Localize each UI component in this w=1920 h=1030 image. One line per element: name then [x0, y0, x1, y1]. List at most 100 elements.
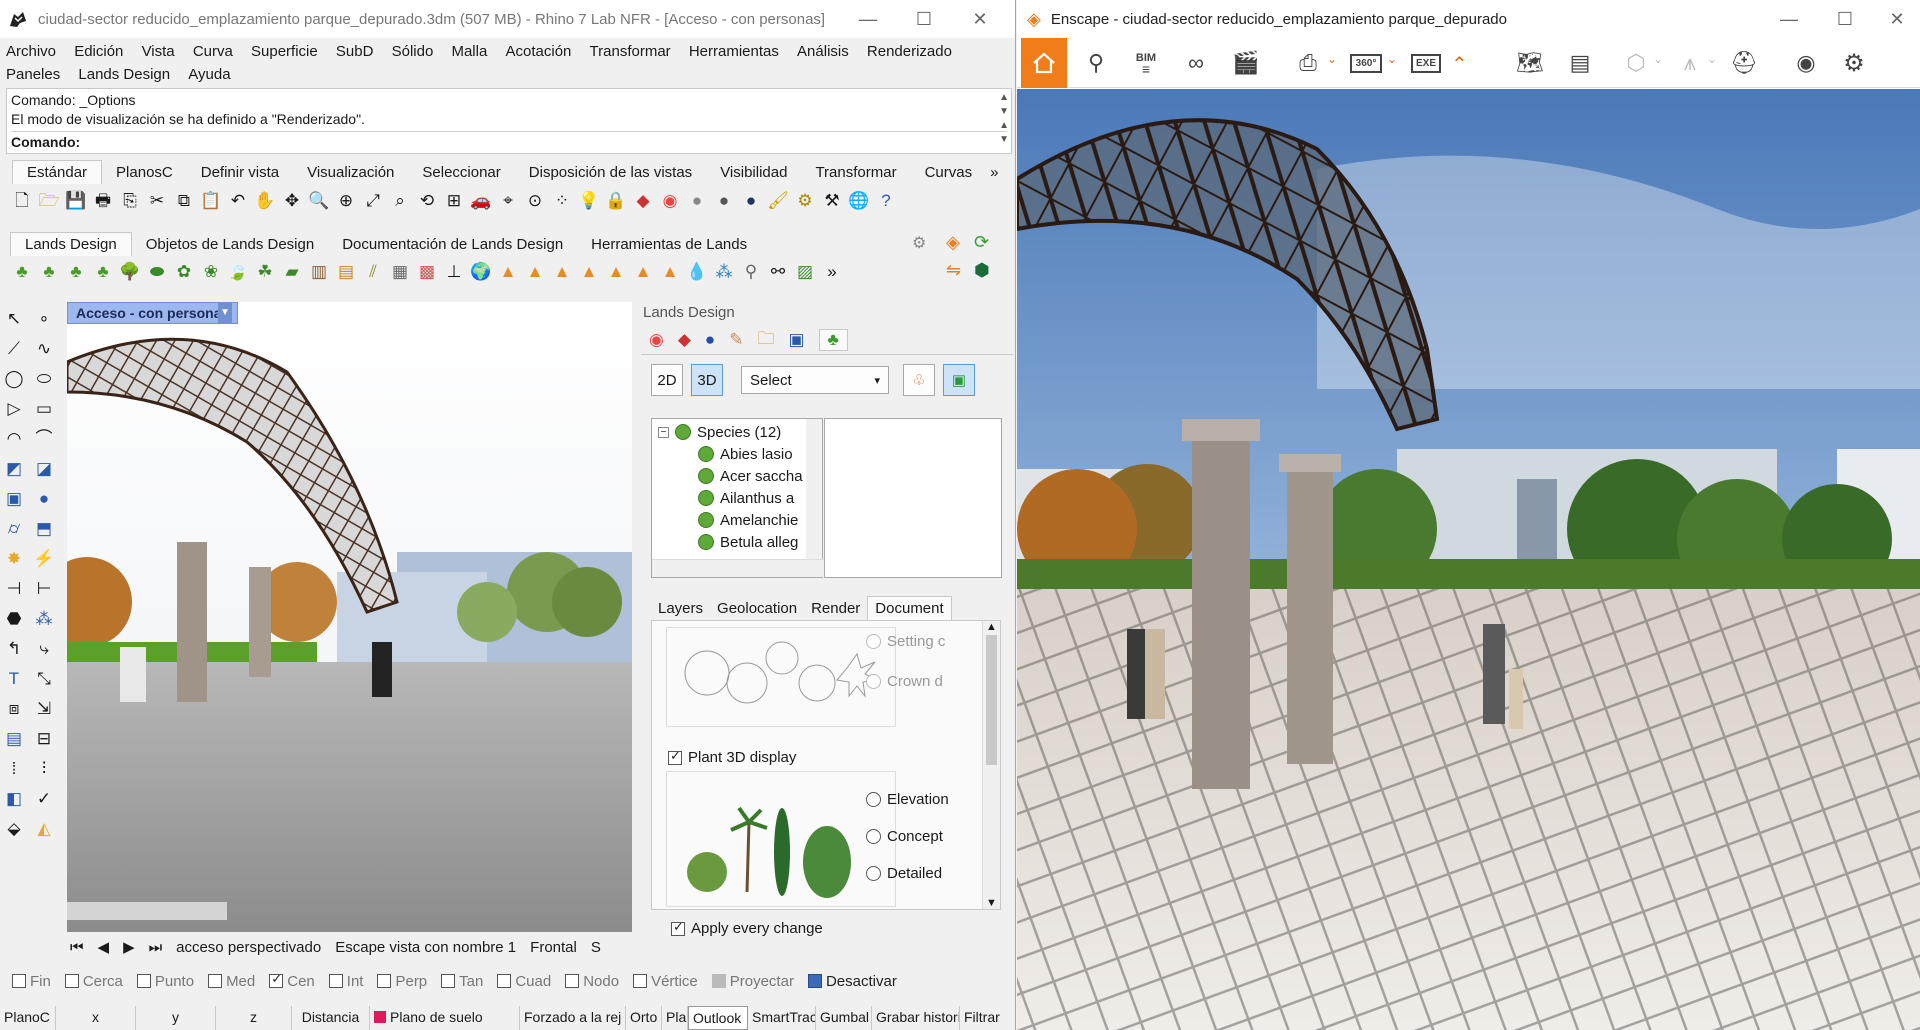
menu-vista[interactable]: Vista	[142, 40, 175, 63]
terrain-edit-icon[interactable]: ▲	[523, 259, 547, 283]
export-dropdown-icon[interactable]: ⌄	[1327, 52, 1337, 66]
snap-cen[interactable]: Cen	[269, 971, 315, 990]
display-icon[interactable]: ▣	[788, 330, 804, 350]
light-icon[interactable]: 💡	[577, 188, 601, 212]
command-prompt[interactable]: Comando:	[11, 131, 1007, 152]
terrain-flatten-icon[interactable]: ▲	[577, 259, 601, 283]
terrain-raise-icon[interactable]: ▲	[550, 259, 574, 283]
viewtab-acceso[interactable]: acceso perspectivado	[176, 939, 321, 956]
viewtab-s[interactable]: S	[591, 939, 601, 956]
lightning-icon[interactable]: ⚡	[32, 546, 56, 570]
points-icon[interactable]: ⁘	[550, 188, 574, 212]
rhino-viewport[interactable]	[67, 302, 632, 932]
toolbox-icon[interactable]: ⚒	[820, 188, 844, 212]
menu-paneles[interactable]: Paneles	[6, 63, 60, 86]
status-grabar-historia[interactable]: Grabar historia	[872, 1006, 960, 1030]
scroll-up-icon[interactable]: ▲	[983, 621, 1000, 633]
layer-icon[interactable]: ◆	[631, 188, 655, 212]
zoom-window-icon[interactable]: ⊕	[334, 188, 358, 212]
collapse-icon[interactable]: −	[658, 426, 669, 438]
shaded-sphere-icon[interactable]: ●	[712, 188, 736, 212]
elevation-option[interactable]: Elevation	[866, 791, 949, 808]
last-view-icon[interactable]: ⏭	[149, 939, 163, 956]
pencil-icon[interactable]: ✎	[729, 330, 743, 350]
terrain-smooth-icon[interactable]: ▲	[604, 259, 628, 283]
setting-radio[interactable]	[866, 634, 881, 649]
analyze-icon[interactable]: ◧	[2, 786, 26, 810]
menu-curva[interactable]: Curva	[193, 40, 233, 63]
menu-solido[interactable]: Sólido	[392, 40, 434, 63]
snap-cuad[interactable]: Cuad	[497, 973, 551, 990]
groundcover-icon[interactable]: ❀	[199, 259, 223, 283]
earth-icon[interactable]: 🌍	[469, 259, 493, 283]
menu-archivo[interactable]: Archivo	[6, 40, 56, 63]
water-drop-icon[interactable]: 💧	[685, 259, 709, 283]
four-viewports-icon[interactable]: ⊞	[442, 188, 466, 212]
group-icon[interactable]: ⧈	[2, 696, 26, 720]
menu-acotacion[interactable]: Acotación	[506, 40, 572, 63]
path-icon[interactable]: ⫽	[361, 259, 385, 283]
ellipse-icon[interactable]: ⬭	[32, 366, 56, 390]
tab-render[interactable]: Render	[804, 597, 867, 620]
viewport-menu-chevron-icon[interactable]: ▼	[218, 302, 232, 324]
more-tabs-icon[interactable]: »	[986, 161, 1002, 184]
viewtab-escape-vista[interactable]: Escape vista con nombre 1	[335, 939, 516, 956]
hat-icon[interactable]: ⛑	[1721, 38, 1767, 88]
tab-herramientas-lands[interactable]: Herramientas de Lands	[577, 233, 761, 256]
plant-row-icon[interactable]: ♣	[64, 259, 88, 283]
list-item[interactable]: Abies lasio	[698, 443, 818, 465]
surface-icon[interactable]: ◩	[2, 456, 26, 480]
undo-icon[interactable]: ↶	[226, 188, 250, 212]
tab-definir-vista[interactable]: Definir vista	[187, 161, 293, 184]
snap-tan[interactable]: Tan	[441, 973, 483, 990]
plant-group-icon[interactable]: ♣	[37, 259, 61, 283]
scroll-down-icon[interactable]: ▼	[983, 897, 1000, 909]
terrain-fill-icon[interactable]: ▲	[658, 259, 682, 283]
check-icon[interactable]: ✓	[32, 786, 56, 810]
scroll-thumb[interactable]	[986, 635, 997, 765]
tab-geolocation[interactable]: Geolocation	[710, 597, 804, 620]
snap-int[interactable]: Int	[328, 973, 363, 990]
rotate-view-icon[interactable]: ⟲	[415, 188, 439, 212]
plant-icon[interactable]: ♣	[10, 259, 34, 283]
menu-ayuda[interactable]: Ayuda	[188, 63, 230, 86]
render-sphere-icon[interactable]: ●	[685, 188, 709, 212]
help-icon[interactable]: ?	[874, 188, 898, 212]
zoom-extents-icon[interactable]: ⤢	[361, 188, 385, 212]
enscape-cube-icon[interactable]: ⬢	[974, 260, 990, 281]
car-icon[interactable]: 🚗	[469, 188, 493, 212]
tab-layers[interactable]: Layers	[651, 597, 710, 620]
leaf-icon[interactable]: 🍃	[226, 259, 250, 283]
free-curve-icon[interactable]: ⌒	[32, 426, 56, 450]
circle-icon[interactable]: ◯	[2, 366, 26, 390]
snap-punto[interactable]: Punto	[136, 973, 194, 990]
export-icon[interactable]: ⎘	[118, 188, 142, 212]
status-filtrar[interactable]: Filtrar	[960, 1006, 1000, 1030]
apply-every-change-toggle[interactable]: Apply every change	[671, 919, 823, 937]
exe-export-icon[interactable]: EXE	[1403, 38, 1449, 88]
menu-superficie[interactable]: Superficie	[251, 40, 318, 63]
pin-icon[interactable]: ⚲	[1073, 38, 1119, 88]
array-icon[interactable]: ▤	[2, 726, 26, 750]
mesh-icon[interactable]: ⬣	[2, 606, 26, 630]
text-icon[interactable]: T	[2, 666, 26, 690]
render-paint-icon[interactable]: ◭	[32, 816, 56, 840]
panorama-dropdown-icon[interactable]: ⌄	[1387, 52, 1397, 66]
settings-gear-icon[interactable]: ⚙	[793, 188, 817, 212]
surface-edit-icon[interactable]: ◪	[32, 456, 56, 480]
menu-herramientas[interactable]: Herramientas	[689, 40, 779, 63]
command-scroll-arrows[interactable]: ▲ ▼ ▲ ▼	[999, 91, 1009, 147]
camera-icon[interactable]: ⌖	[496, 188, 520, 212]
tree-hscrollbar[interactable]	[652, 559, 824, 577]
irrigation-icon[interactable]: ⁂	[712, 259, 736, 283]
globe-icon[interactable]: 🌐	[847, 188, 871, 212]
clapper-icon[interactable]: 🎬	[1223, 38, 1269, 88]
elevation-radio[interactable]	[866, 792, 881, 807]
list-item[interactable]: Acer saccha	[698, 465, 818, 487]
enscape-maximize-button[interactable]: ☐	[1817, 0, 1873, 38]
home-icon[interactable]	[1021, 38, 1067, 88]
binoculars-icon[interactable]: ∞	[1173, 38, 1219, 88]
toolbar-settings-icon[interactable]: ⚙	[912, 233, 926, 253]
tree-vscrollbar[interactable]	[806, 419, 822, 559]
export-image-icon[interactable]: ⎙	[1285, 38, 1331, 88]
